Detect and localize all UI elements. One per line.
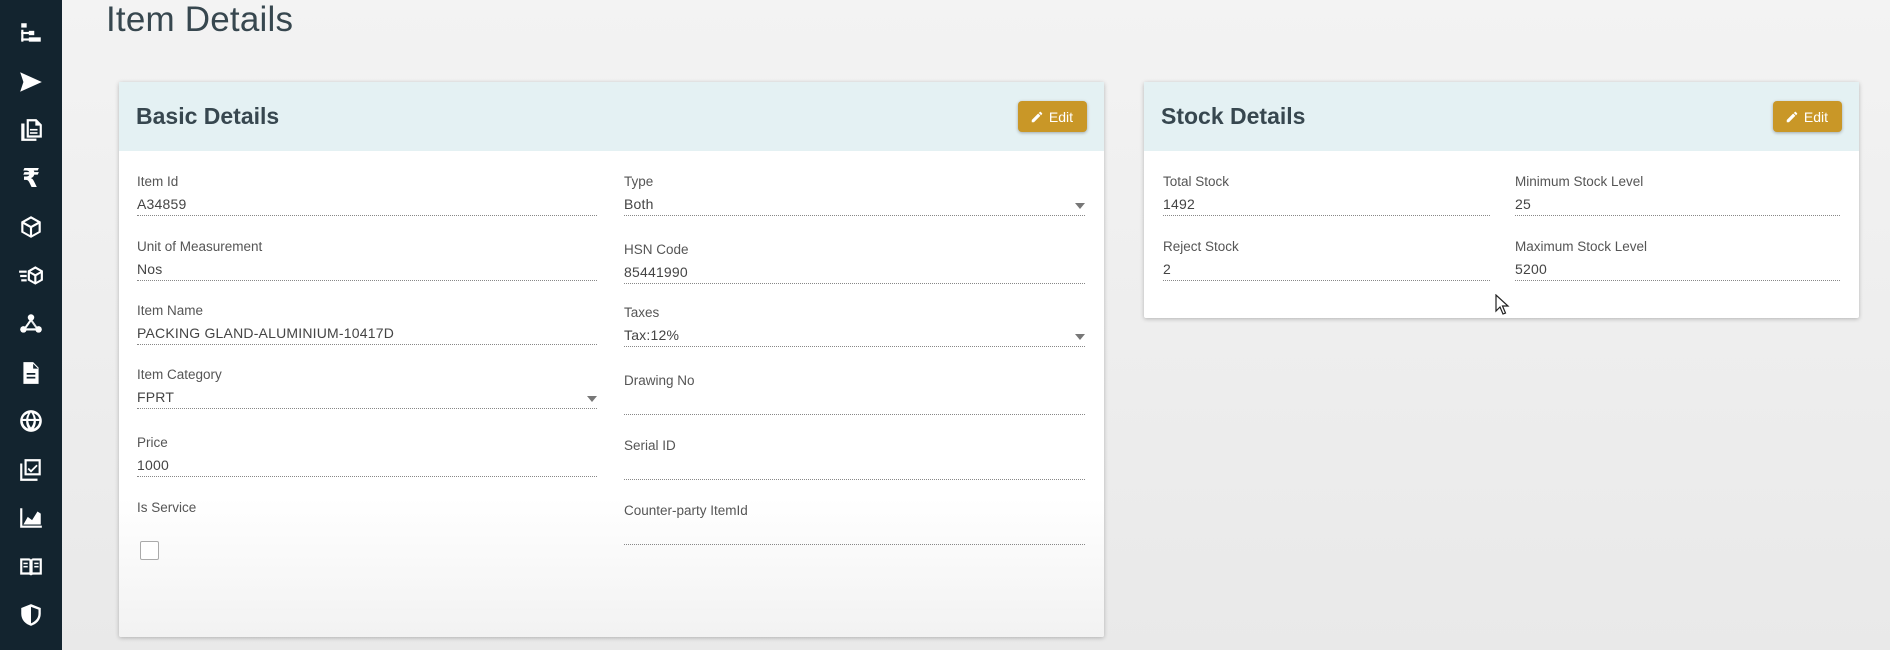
hsn-code-label: HSN Code — [624, 242, 689, 257]
taxes-field: Taxes Tax:12% — [624, 305, 1085, 347]
type-select[interactable]: Both — [624, 196, 1085, 216]
pencil-icon — [1031, 111, 1043, 122]
stock-edit-label: Edit — [1803, 108, 1828, 125]
checklist-icon[interactable] — [16, 455, 46, 485]
total-stock-label: Total Stock — [1163, 174, 1230, 189]
documents-icon[interactable] — [16, 115, 46, 145]
serial-id-label: Serial ID — [624, 438, 676, 453]
is-service-field: Is Service — [137, 500, 597, 522]
taxes-value: Tax:12% — [624, 327, 680, 343]
item-name-field: Item Name PACKING GLAND-ALUMINIUM-10417D — [137, 303, 597, 345]
maximum-stock-label: Maximum Stock Level — [1515, 239, 1648, 254]
basic-details-title: Basic Details — [136, 103, 280, 129]
item-name-value[interactable]: PACKING GLAND-ALUMINIUM-10417D — [137, 325, 597, 345]
taxes-select[interactable]: Tax:12% — [624, 327, 1085, 347]
mouse-cursor-icon — [1495, 294, 1510, 315]
drawing-no-value[interactable] — [624, 395, 1085, 415]
maximum-stock-value[interactable]: 5200 — [1515, 261, 1840, 281]
chevron-down-icon — [1075, 334, 1085, 340]
basic-details-card: Basic Details Edit Item Id A34859 Unit o… — [119, 82, 1104, 637]
item-id-field: Item Id A34859 — [137, 174, 597, 216]
price-label: Price — [137, 435, 168, 450]
hierarchy-icon[interactable] — [16, 18, 46, 48]
reject-stock-label: Reject Stock — [1163, 239, 1239, 254]
file-icon[interactable] — [16, 358, 46, 388]
basic-edit-label: Edit — [1048, 108, 1073, 125]
type-value: Both — [624, 196, 654, 212]
chevron-down-icon — [1075, 203, 1085, 209]
item-name-label: Item Name — [137, 303, 204, 318]
pencil-icon — [1786, 111, 1798, 122]
minimum-stock-label: Minimum Stock Level — [1515, 174, 1644, 189]
reject-stock-value[interactable]: 2 — [1163, 261, 1490, 281]
drawing-no-field: Drawing No — [624, 373, 1085, 415]
rupee-icon[interactable]: ₹ — [16, 164, 46, 194]
minimum-stock-field: Minimum Stock Level 25 — [1515, 174, 1840, 216]
counter-party-label: Counter-party ItemId — [624, 503, 748, 518]
basic-details-header: Basic Details Edit — [119, 82, 1104, 151]
uom-label: Unit of Measurement — [137, 239, 263, 254]
item-category-value: FPRT — [137, 389, 175, 405]
stock-details-title: Stock Details — [1161, 103, 1306, 129]
item-id-label: Item Id — [137, 174, 179, 189]
drawing-no-label: Drawing No — [624, 373, 695, 388]
stock-details-card: Stock Details Edit Total Stock 1492 Mini… — [1144, 82, 1859, 318]
sidebar: ₹ — [0, 0, 62, 650]
price-value[interactable]: 1000 — [137, 457, 597, 477]
uom-field: Unit of Measurement Nos — [137, 239, 597, 281]
serial-id-field: Serial ID — [624, 438, 1085, 480]
page-title: Item Details — [106, 0, 294, 39]
hsn-code-field: HSN Code 85441990 — [624, 242, 1085, 284]
chart-icon[interactable] — [16, 503, 46, 533]
counter-party-field: Counter-party ItemId — [624, 503, 1085, 545]
type-label: Type — [624, 174, 654, 189]
reject-stock-field: Reject Stock 2 — [1163, 239, 1490, 281]
send-icon[interactable] — [16, 67, 46, 97]
globe-icon[interactable] — [16, 406, 46, 436]
maximum-stock-field: Maximum Stock Level 5200 — [1515, 239, 1840, 281]
basic-edit-button[interactable]: Edit — [1017, 101, 1087, 132]
webhook-icon[interactable] — [16, 309, 46, 339]
stock-edit-button[interactable]: Edit — [1772, 101, 1842, 132]
rupee-glyph: ₹ — [21, 163, 41, 194]
taxes-label: Taxes — [624, 305, 660, 320]
is-service-checkbox[interactable] — [140, 541, 159, 560]
shield-icon[interactable] — [16, 600, 46, 630]
fast-delivery-icon[interactable] — [16, 261, 46, 291]
item-category-field: Item Category FPRT — [137, 367, 597, 409]
item-category-label: Item Category — [137, 367, 222, 382]
chevron-down-icon — [587, 396, 597, 402]
serial-id-value[interactable] — [624, 460, 1085, 480]
item-category-select[interactable]: FPRT — [137, 389, 597, 409]
hsn-code-value[interactable]: 85441990 — [624, 264, 1085, 284]
total-stock-field: Total Stock 1492 — [1163, 174, 1490, 216]
counter-party-value[interactable] — [624, 525, 1085, 545]
type-field: Type Both — [624, 174, 1085, 216]
book-icon[interactable] — [16, 552, 46, 582]
minimum-stock-value[interactable]: 25 — [1515, 196, 1840, 216]
price-field: Price 1000 — [137, 435, 597, 477]
is-service-label: Is Service — [137, 500, 197, 515]
cube-icon[interactable] — [16, 212, 46, 242]
uom-value[interactable]: Nos — [137, 261, 597, 281]
item-id-value[interactable]: A34859 — [137, 196, 597, 216]
stock-details-header: Stock Details Edit — [1144, 82, 1859, 151]
total-stock-value[interactable]: 1492 — [1163, 196, 1490, 216]
